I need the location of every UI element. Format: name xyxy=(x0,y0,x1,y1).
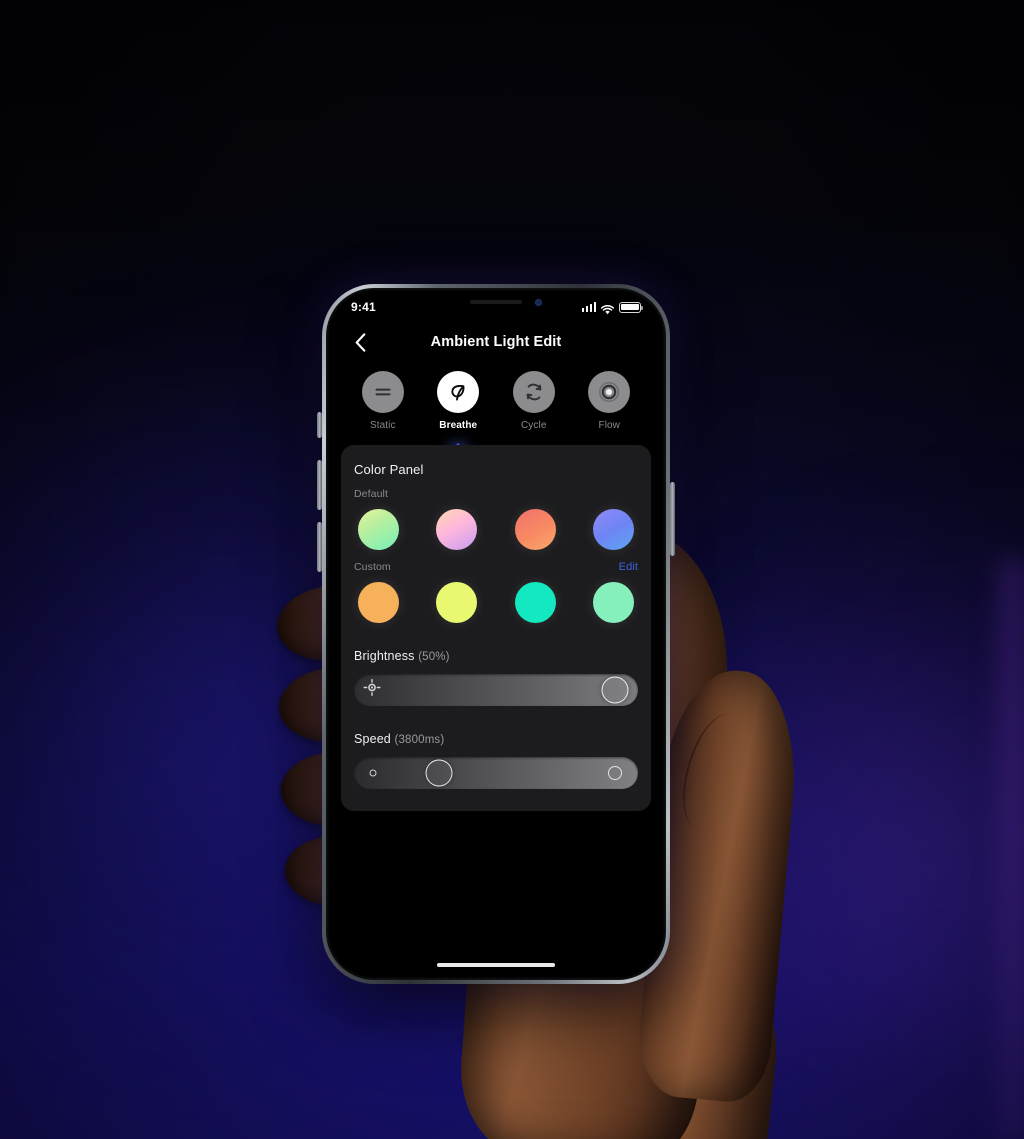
default-swatch-row xyxy=(354,509,638,550)
circular-arrows-icon xyxy=(526,383,542,401)
default-section-header: Default xyxy=(354,488,638,500)
default-label: Default xyxy=(354,488,388,500)
custom-section-header: Custom Edit xyxy=(354,561,638,573)
phone-screen: 9:41 Ambient Light Edit Static Breathe C… xyxy=(329,291,663,977)
color-panel-card: Color Panel Default Custom Edit Brightne… xyxy=(341,445,651,811)
status-bar-indicators xyxy=(581,301,644,315)
brightness-slider-track[interactable] xyxy=(354,674,638,706)
status-bar-time: 9:41 xyxy=(351,300,376,314)
mode-static-icon-wrap xyxy=(361,371,404,413)
small-dot-icon xyxy=(369,769,377,777)
battery-icon xyxy=(619,301,644,313)
swatch-lime-mint[interactable] xyxy=(358,509,399,550)
mode-breathe-icon-wrap xyxy=(437,371,480,413)
mode-static-label: Static xyxy=(369,420,396,431)
speed-control: Speed (3800ms) xyxy=(354,732,638,789)
brightness-value: (50%) xyxy=(418,651,450,663)
brightness-label: Brightness xyxy=(354,649,415,663)
mode-cycle-label: Cycle xyxy=(520,420,547,431)
swatch-peach-pink-lavender[interactable] xyxy=(436,509,478,550)
mode-cycle[interactable]: Cycle xyxy=(503,371,565,431)
smartphone-device: 9:41 Ambient Light Edit Static Breathe C… xyxy=(317,284,675,984)
custom-swatch-row xyxy=(354,582,638,623)
speed-label-row: Speed (3800ms) xyxy=(354,732,638,746)
speed-slider-knob[interactable] xyxy=(425,759,453,787)
home-indicator-bar[interactable] xyxy=(437,962,555,967)
swatch-turquoise[interactable] xyxy=(514,582,556,623)
swatch-violet-blue[interactable] xyxy=(592,509,634,550)
mute-switch[interactable] xyxy=(317,412,322,438)
status-bar: 9:41 xyxy=(329,291,663,321)
brightness-sun-icon xyxy=(363,679,381,702)
mode-breathe[interactable]: Breathe xyxy=(427,371,489,431)
mode-static[interactable]: Static xyxy=(352,371,414,431)
equals-lines-icon xyxy=(375,388,391,396)
mode-flow-label: Flow xyxy=(598,420,620,431)
screenshot-stage: 9:41 Ambient Light Edit Static Breathe C… xyxy=(0,0,1024,1139)
speed-slider-track[interactable] xyxy=(354,757,638,789)
color-panel-title: Color Panel xyxy=(354,462,424,477)
leaf-icon xyxy=(451,384,465,401)
edit-custom-colors-button[interactable]: Edit xyxy=(619,561,638,573)
brightness-slider-knob[interactable] xyxy=(601,676,629,704)
swatch-red-orange[interactable] xyxy=(514,509,556,550)
navigation-bar: Ambient Light Edit xyxy=(329,321,663,363)
volume-down-button[interactable] xyxy=(317,522,322,572)
mode-selector: Static Breathe Cycle Flow xyxy=(329,363,663,456)
speed-label: Speed xyxy=(354,732,391,746)
mode-flow[interactable]: Flow xyxy=(578,371,640,431)
phone-bezel: 9:41 Ambient Light Edit Static Breathe C… xyxy=(326,288,666,980)
signal-bars-icon xyxy=(581,302,596,312)
mode-cycle-icon-wrap xyxy=(512,371,555,413)
page-title: Ambient Light Edit xyxy=(430,334,562,350)
mode-flow-icon-wrap xyxy=(588,371,631,413)
small-circle-icon[interactable] xyxy=(608,766,623,780)
speed-value: (3800ms) xyxy=(394,734,445,746)
concentric-circles-icon xyxy=(599,381,620,403)
brightness-label-row: Brightness (50%) xyxy=(354,649,638,663)
swatch-orange[interactable] xyxy=(358,582,399,623)
swatch-yellowgreen[interactable] xyxy=(436,582,478,623)
custom-label: Custom xyxy=(354,561,391,573)
volume-up-button[interactable] xyxy=(317,460,322,510)
swatch-mint[interactable] xyxy=(592,582,634,623)
chevron-left-icon xyxy=(355,332,365,352)
power-button[interactable] xyxy=(670,482,675,556)
mode-breathe-label: Breathe xyxy=(439,420,478,431)
brightness-control: Brightness (50%) xyxy=(354,649,638,706)
back-button[interactable] xyxy=(347,329,373,355)
wifi-icon xyxy=(600,302,615,315)
